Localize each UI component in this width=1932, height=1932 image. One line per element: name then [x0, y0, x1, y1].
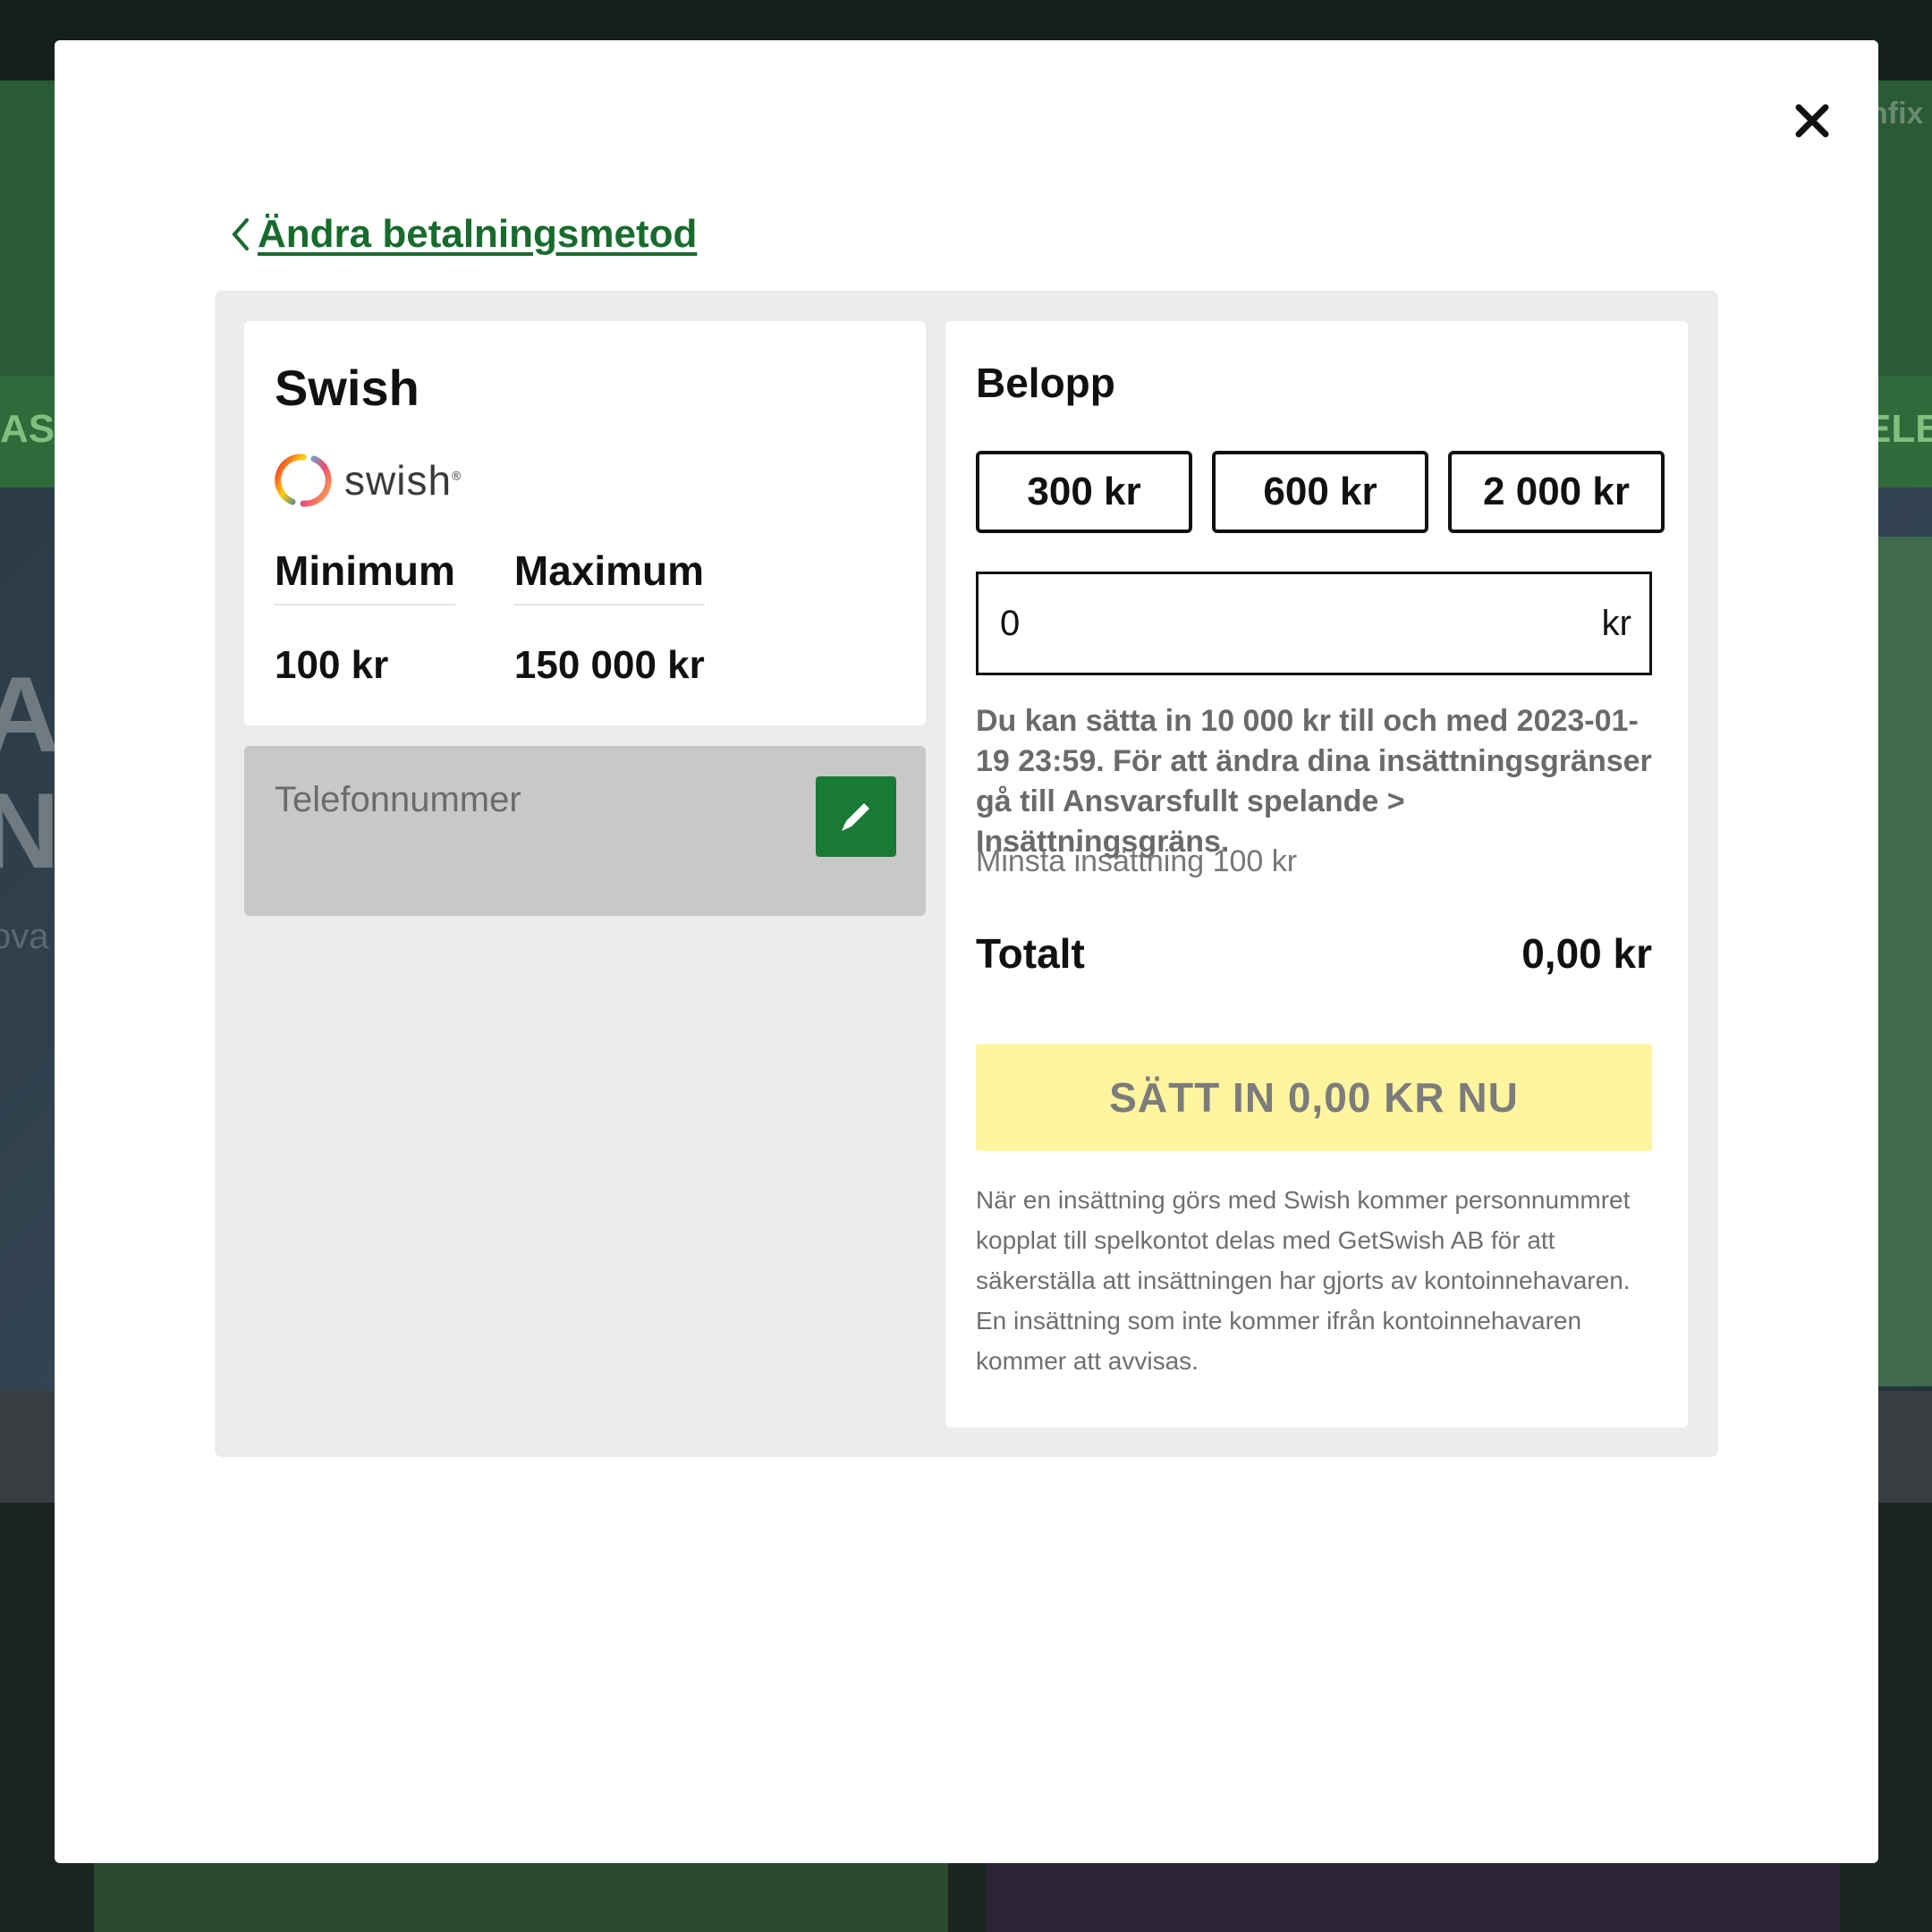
change-payment-method-label: Ändra betalningsmetod: [258, 212, 698, 256]
background-hero-title: N: [0, 771, 60, 891]
total-label: Totalt: [976, 930, 1085, 977]
deposit-limit-info: Du kan sätta in 10 000 kr till och med 2…: [976, 704, 1652, 859]
chevron-left-icon: [232, 218, 249, 250]
swish-logo: swish®: [275, 452, 462, 509]
deposit-modal: Ändra betalningsmetod Swish swish® Minim…: [55, 40, 1878, 1863]
deposit-limits: Minimum 100 kr Maximum 150 000 kr: [275, 547, 705, 688]
minimum-label: Minimum: [275, 547, 455, 606]
quick-amount-buttons: 300 kr 600 kr 2 000 kr: [976, 451, 1665, 533]
total-row: Totalt 0,00 kr: [976, 929, 1652, 978]
amount-field: kr: [976, 572, 1652, 675]
quick-amount-300-button[interactable]: 300 kr: [976, 451, 1192, 533]
edit-phone-button[interactable]: [816, 776, 896, 857]
minimum-column: Minimum 100 kr: [275, 547, 455, 688]
close-icon: [1795, 104, 1829, 138]
minimum-value: 100 kr: [275, 643, 389, 687]
swish-logo-mark: [275, 453, 332, 507]
maximum-label: Maximum: [513, 547, 705, 606]
total-value: 0,00 kr: [1521, 930, 1652, 977]
quick-amount-600-button[interactable]: 600 kr: [1212, 451, 1428, 533]
maximum-column: Maximum 150 000 kr: [513, 547, 705, 688]
phone-number-field[interactable]: Telefonnummer: [244, 746, 926, 916]
deposit-now-button[interactable]: SÄTT IN 0,00 KR NU: [976, 1044, 1652, 1151]
change-payment-method-link[interactable]: Ändra betalningsmetod: [229, 212, 697, 257]
amount-card: Belopp 300 kr 600 kr 2 000 kr kr Du kan …: [945, 321, 1688, 1428]
pencil-icon: [842, 803, 869, 831]
swish-disclaimer: När en insättning görs med Swish kommer …: [976, 1186, 1631, 1375]
swish-logo-text: swish®: [344, 457, 462, 504]
payment-method-title: Swish: [275, 360, 419, 416]
amount-title: Belopp: [976, 360, 1115, 406]
close-button[interactable]: [1785, 94, 1839, 148]
amount-input[interactable]: [979, 602, 1602, 645]
payment-panel: Swish swish® Minimum 100 kr Maximum 150 …: [215, 291, 1718, 1457]
minimum-deposit-text: Minsta insättning 100 kr: [976, 844, 1298, 878]
payment-method-card: Swish swish® Minimum 100 kr Maximum 150 …: [244, 321, 926, 725]
maximum-value: 150 000 kr: [513, 643, 705, 687]
background-hero-image: [1878, 537, 1932, 1386]
background-hero-subtitle: ova: [0, 917, 49, 956]
phone-number-label: Telefonnummer: [275, 780, 521, 819]
amount-unit: kr: [1601, 603, 1631, 643]
quick-amount-2000-button[interactable]: 2 000 kr: [1448, 451, 1665, 533]
